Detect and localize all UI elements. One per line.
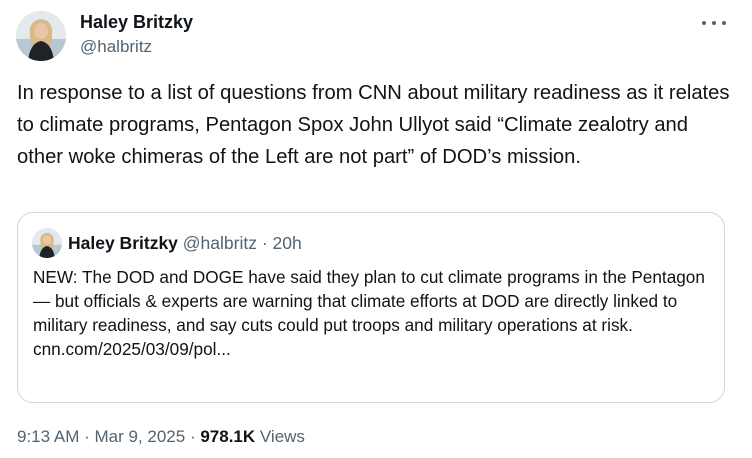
quoted-tweet[interactable]: Haley Britzky @halbritz · 20h NEW: The D… xyxy=(17,212,725,403)
dot-icon xyxy=(702,21,706,25)
quoted-author-handle: @halbritz xyxy=(182,233,257,253)
quoted-timestamp: 20h xyxy=(272,233,302,253)
post-time[interactable]: 9:13 AM xyxy=(17,427,79,446)
more-options-icon[interactable] xyxy=(702,14,726,32)
quoted-header: Haley Britzky @halbritz · 20h xyxy=(68,232,302,254)
dot-icon xyxy=(712,21,716,25)
quoted-separator: · xyxy=(256,233,273,253)
avatar-image xyxy=(32,228,62,258)
author-name[interactable]: Haley Britzky xyxy=(80,11,193,33)
quoted-author-name: Haley Britzky xyxy=(68,233,178,253)
avatar-image xyxy=(16,11,66,61)
author-avatar[interactable] xyxy=(16,11,66,61)
quoted-text: NEW: The DOD and DOGE have said they pla… xyxy=(33,267,705,335)
quoted-text-block: NEW: The DOD and DOGE have said they pla… xyxy=(33,265,718,361)
tweet-text: In response to a list of questions from … xyxy=(17,82,730,168)
tweet-metadata: 9:13 AM · Mar 9, 2025 · 978.1K Views xyxy=(17,426,305,448)
meta-separator: · xyxy=(185,427,201,446)
views-label: Views xyxy=(255,427,305,446)
tweet: Haley Britzky @halbritz In response to a… xyxy=(0,0,752,458)
quoted-author-avatar xyxy=(32,228,62,258)
author-handle[interactable]: @halbritz xyxy=(80,36,152,58)
dot-icon xyxy=(722,21,726,25)
quoted-link[interactable]: cnn.com/2025/03/09/pol... xyxy=(33,337,718,361)
meta-separator: · xyxy=(79,427,95,446)
post-date[interactable]: Mar 9, 2025 xyxy=(94,427,185,446)
views-count[interactable]: 978.1K xyxy=(200,427,255,446)
